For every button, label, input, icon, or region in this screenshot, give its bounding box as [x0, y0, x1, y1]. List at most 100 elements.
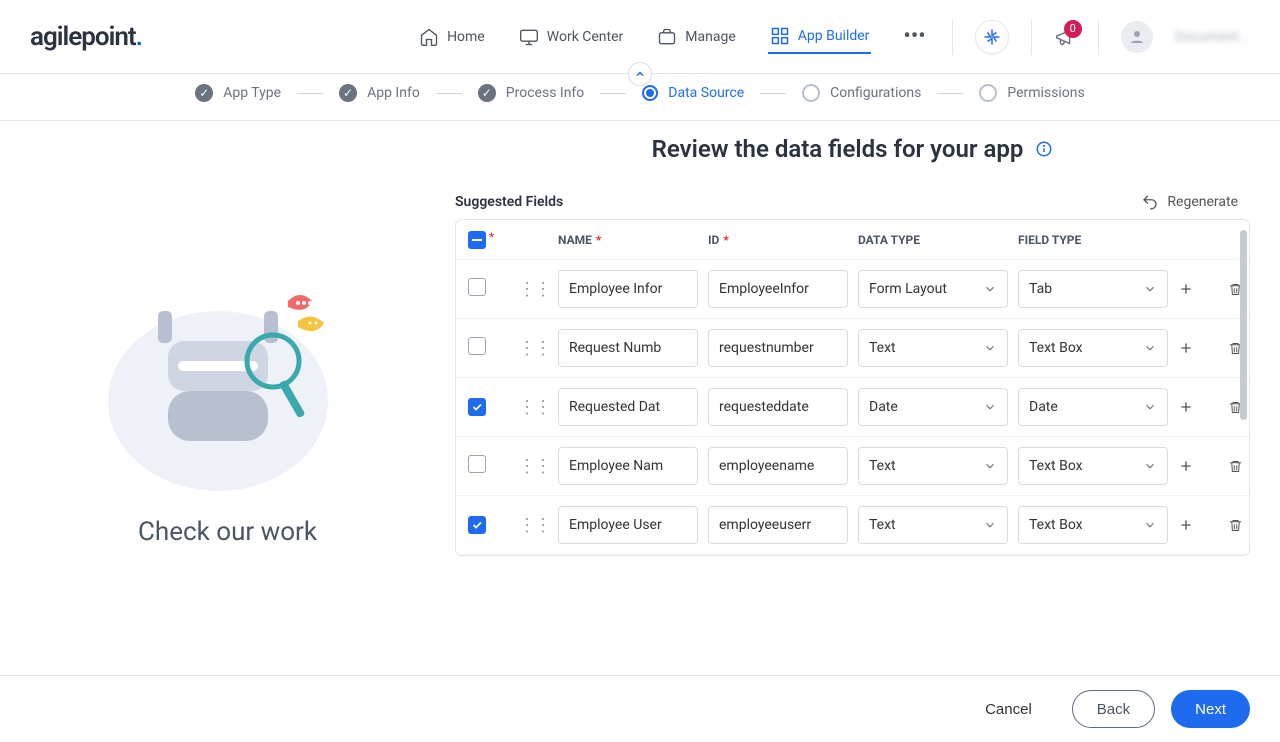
add-field-button[interactable] [1178, 340, 1194, 356]
notification-badge: 0 [1064, 20, 1082, 38]
step-configurations[interactable]: Configurations [802, 84, 921, 102]
name-input[interactable]: Employee Infor [558, 270, 698, 308]
app-grid-icon [770, 26, 790, 46]
nav-home[interactable]: Home [417, 21, 487, 53]
drag-handle-icon[interactable]: ⋮⋮ [518, 456, 548, 477]
col-id: ID [708, 233, 719, 247]
add-field-button[interactable] [1178, 458, 1194, 474]
drag-handle-icon[interactable]: ⋮⋮ [518, 397, 548, 418]
table-row: ⋮⋮ Requested Dat requesteddate Date Date [456, 378, 1249, 437]
nav-work-center-label: Work Center [547, 29, 624, 45]
regenerate-button[interactable]: Regenerate [1141, 193, 1238, 211]
col-field-type: FIELD TYPE [1018, 233, 1081, 247]
select-all-checkbox[interactable] [468, 231, 486, 249]
chevron-down-icon [983, 400, 997, 414]
delete-field-button[interactable] [1228, 459, 1243, 474]
field-type-select[interactable]: Text Box [1018, 329, 1168, 367]
next-button[interactable]: Next [1171, 690, 1250, 728]
user-name: Document... [1175, 29, 1250, 45]
chevron-down-icon [1143, 459, 1157, 473]
row-checkbox[interactable] [468, 278, 486, 296]
chevron-down-icon [983, 341, 997, 355]
id-input[interactable]: requestnumber [708, 329, 848, 367]
cancel-button[interactable]: Cancel [961, 690, 1056, 728]
separator [1098, 19, 1099, 55]
nav-more[interactable]: ••• [901, 18, 927, 55]
col-data-type: DATA TYPE [858, 233, 920, 247]
id-input[interactable]: EmployeeInfor [708, 270, 848, 308]
step-app-type[interactable]: ✓App Type [195, 84, 281, 102]
fields-table: * NAME* ID* DATA TYPE FIELD TYPE ⋮⋮ Empl… [455, 219, 1250, 556]
row-checkbox[interactable] [468, 337, 486, 355]
row-checkbox[interactable] [468, 455, 486, 473]
step-process-info[interactable]: ✓Process Info [478, 84, 585, 102]
section-label: Suggested Fields [455, 194, 563, 210]
id-input[interactable]: employeename [708, 447, 848, 485]
col-name: NAME [558, 233, 592, 247]
more-icon: ••• [903, 24, 925, 49]
footer: Cancel Back Next [0, 675, 1280, 742]
drag-handle-icon[interactable]: ⋮⋮ [518, 279, 548, 300]
table-row: ⋮⋮ Employee User employeeuserr Text Text… [456, 496, 1249, 555]
briefcase-icon [657, 27, 677, 47]
data-type-select[interactable]: Form Layout [858, 270, 1008, 308]
table-row: ⋮⋮ Request Numb requestnumber Text Text … [456, 319, 1249, 378]
undo-icon [1141, 193, 1159, 211]
field-type-select[interactable]: Text Box [1018, 506, 1168, 544]
chevron-down-icon [1143, 341, 1157, 355]
separator [1031, 19, 1032, 55]
illustration-caption: Check our work [138, 517, 317, 547]
scrollbar-thumb[interactable] [1240, 230, 1247, 420]
name-input[interactable]: Requested Dat [558, 388, 698, 426]
info-icon[interactable] [1035, 140, 1053, 158]
chevron-down-icon [1143, 518, 1157, 532]
wizard-collapse-toggle[interactable] [628, 62, 652, 86]
drag-handle-icon[interactable]: ⋮⋮ [518, 515, 548, 536]
nav-work-center[interactable]: Work Center [517, 21, 626, 53]
add-field-button[interactable] [1178, 517, 1194, 533]
table-row: ⋮⋮ Employee Nam employeename Text Text B… [456, 437, 1249, 496]
id-input[interactable]: employeeuserr [708, 506, 848, 544]
table-row: ⋮⋮ Employee Infor EmployeeInfor Form Lay… [456, 260, 1249, 319]
robot-illustration [98, 271, 358, 491]
id-input[interactable]: requesteddate [708, 388, 848, 426]
name-input[interactable]: Employee User [558, 506, 698, 544]
chevron-down-icon [983, 518, 997, 532]
name-input[interactable]: Request Numb [558, 329, 698, 367]
field-type-select[interactable]: Text Box [1018, 447, 1168, 485]
notifications-button[interactable]: 0 [1054, 26, 1076, 48]
step-permissions[interactable]: Permissions [979, 84, 1084, 102]
avatar[interactable] [1121, 21, 1153, 53]
pinwheel-icon[interactable] [975, 20, 1009, 54]
row-checkbox[interactable] [468, 398, 486, 416]
field-type-select[interactable]: Date [1018, 388, 1168, 426]
nav-app-builder[interactable]: App Builder [768, 20, 872, 54]
nav-manage-label: Manage [685, 29, 735, 45]
separator [952, 19, 953, 55]
nav-app-builder-label: App Builder [798, 28, 870, 44]
back-button[interactable]: Back [1072, 690, 1155, 728]
monitor-icon [519, 27, 539, 47]
data-type-select[interactable]: Date [858, 388, 1008, 426]
delete-field-button[interactable] [1228, 518, 1243, 533]
nav-home-label: Home [447, 29, 485, 45]
chevron-down-icon [1143, 400, 1157, 414]
name-input[interactable]: Employee Nam [558, 447, 698, 485]
regenerate-label: Regenerate [1167, 194, 1238, 210]
chevron-down-icon [983, 282, 997, 296]
data-type-select[interactable]: Text [858, 506, 1008, 544]
wizard-steps: ✓App Type ✓App Info ✓Process Info Data S… [0, 74, 1280, 121]
chevron-down-icon [1143, 282, 1157, 296]
nav-manage[interactable]: Manage [655, 21, 737, 53]
data-type-select[interactable]: Text [858, 329, 1008, 367]
field-type-select[interactable]: Tab [1018, 270, 1168, 308]
add-field-button[interactable] [1178, 399, 1194, 415]
logo: agilepoint. [30, 22, 142, 52]
add-field-button[interactable] [1178, 281, 1194, 297]
drag-handle-icon[interactable]: ⋮⋮ [518, 338, 548, 359]
row-checkbox[interactable] [468, 516, 486, 534]
step-app-info[interactable]: ✓App Info [339, 84, 420, 102]
page-title: Review the data fields for your app [652, 135, 1024, 163]
data-type-select[interactable]: Text [858, 447, 1008, 485]
step-data-source[interactable]: Data Source [642, 85, 744, 101]
